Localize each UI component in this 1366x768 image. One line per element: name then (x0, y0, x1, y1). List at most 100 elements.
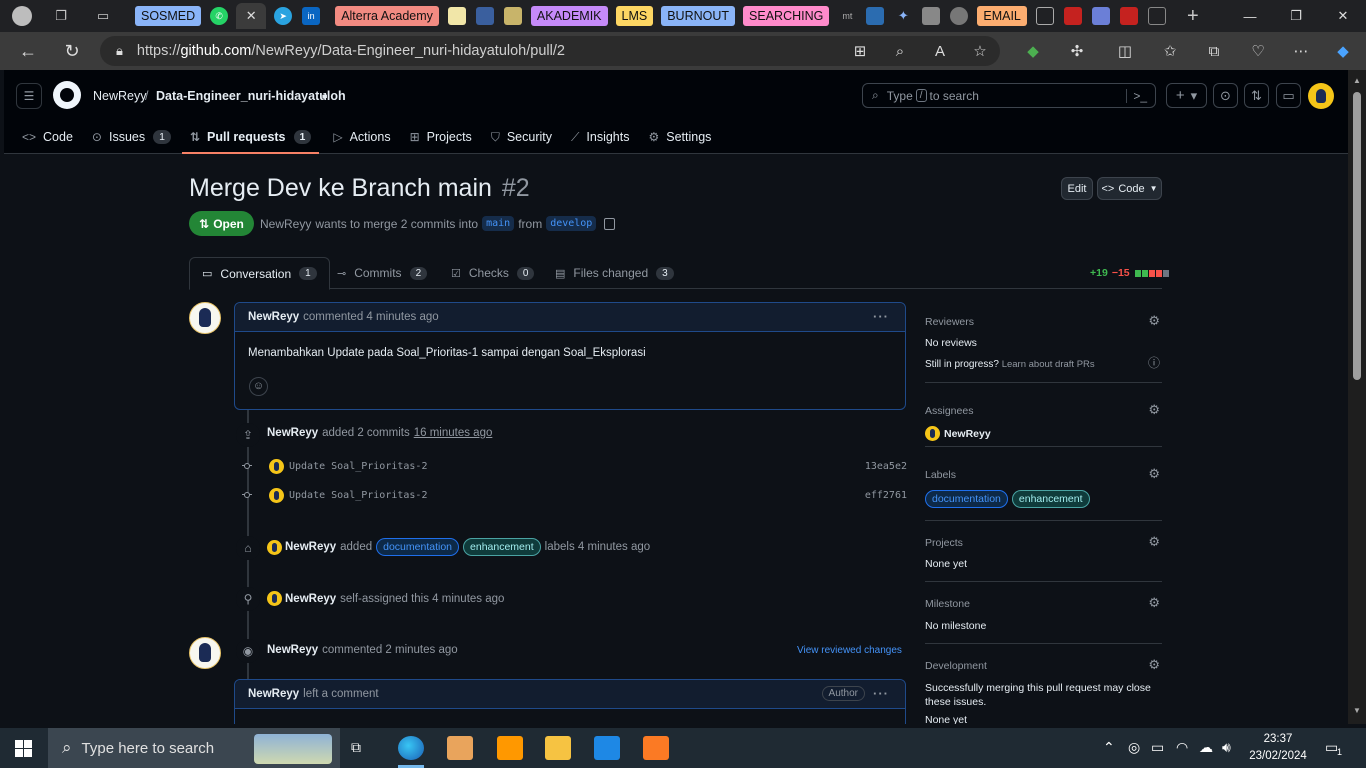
command-palette-icon[interactable]: >_ (1126, 88, 1147, 103)
tab-issues[interactable]: ⊙ Issues 1 (84, 120, 179, 154)
tab-commits[interactable]: ⊸ Commits 2 (337, 257, 428, 289)
commit-message[interactable]: Update Soal_Prioritas-2 (289, 490, 427, 501)
file-explorer-icon[interactable] (545, 736, 571, 760)
gear-icon[interactable]: ⚙ (1148, 466, 1160, 482)
user-avatar[interactable] (1308, 83, 1334, 109)
linkedin-tab-icon[interactable]: in (302, 7, 321, 25)
tab-pull-requests[interactable]: ⇅ Pull requests 1 (181, 120, 320, 154)
code-dropdown-button[interactable]: <> Code ▼ (1097, 177, 1162, 200)
labels-title[interactable]: Labels (925, 469, 1162, 481)
gmail-tab-icon[interactable] (1063, 7, 1082, 25)
xampp-app-icon[interactable] (643, 736, 669, 760)
scrollbar-thumb[interactable] (1353, 92, 1361, 380)
label-documentation[interactable]: documentation (925, 490, 1008, 508)
close-window-icon[interactable]: ✕ (1320, 0, 1366, 32)
refresh-icon[interactable]: ↻ (54, 35, 90, 67)
chart-tab-icon[interactable] (475, 7, 494, 25)
more-options-icon[interactable]: ··· (873, 309, 889, 324)
zoom-icon[interactable]: ⌕ (889, 41, 911, 61)
gear-icon[interactable]: ⚙ (1148, 313, 1160, 329)
view-reviewed-changes-link[interactable]: View reviewed changes (797, 645, 902, 656)
game-tab-icon[interactable] (922, 7, 941, 25)
start-icon[interactable] (15, 740, 32, 757)
chevron-up-icon[interactable]: ⌃ (1103, 739, 1115, 756)
breadcrumb-owner[interactable]: NewReyy (93, 89, 147, 103)
development-title[interactable]: Development (925, 660, 1162, 672)
label-enhancement[interactable]: enhancement (463, 538, 541, 556)
commit-sha[interactable]: eff2761 (865, 490, 907, 501)
label-documentation[interactable]: documentation (376, 538, 460, 556)
battery-icon[interactable]: ▭ (1151, 739, 1164, 756)
stack-app-icon[interactable] (447, 736, 473, 760)
event-author[interactable]: NewReyy (267, 427, 318, 439)
clock[interactable]: 23:37 23/02/2024 (1247, 731, 1309, 765)
read-aloud-icon[interactable]: A (929, 41, 951, 61)
assignee-item[interactable]: NewReyy (925, 426, 1162, 441)
volume-icon[interactable]: 🔊︎ (1222, 739, 1231, 756)
collections-icon[interactable]: ⧉ (1203, 41, 1225, 61)
whatsapp-tab-icon[interactable]: ✆ (210, 7, 229, 25)
info-icon[interactable]: ⓘ (1148, 354, 1160, 371)
event-author[interactable]: NewReyy (285, 593, 336, 605)
hamburger-menu-icon[interactable]: ☰ (16, 83, 42, 109)
workspaces-icon[interactable]: ❐ (49, 4, 73, 28)
assignees-title[interactable]: Assignees (925, 405, 1162, 417)
scroll-up-icon[interactable]: ▲ (1352, 76, 1362, 85)
create-new-button[interactable]: + ▾ (1166, 83, 1207, 108)
tab-group-searching[interactable]: SEARCHING (743, 6, 830, 26)
avatar[interactable] (267, 539, 282, 555)
head-branch[interactable]: develop (546, 216, 597, 231)
gemini-tab-icon[interactable]: ✦ (894, 7, 912, 25)
edge-app-icon[interactable] (398, 736, 424, 760)
tab-conversation[interactable]: ▭ Conversation 1 (189, 257, 330, 290)
github-logo-icon[interactable] (53, 81, 81, 109)
gear-icon[interactable]: ⚙ (1148, 402, 1160, 418)
tab-files-changed[interactable]: ▤ Files changed 3 (555, 257, 674, 289)
back-icon[interactable]: ← (10, 35, 46, 67)
mt-tab-icon[interactable]: mt (838, 7, 856, 25)
label-enhancement[interactable]: enhancement (1011, 490, 1090, 508)
more-menu-icon[interactable]: ⋯ (1290, 41, 1312, 61)
avatar[interactable] (267, 591, 282, 606)
taskbar-search-input[interactable]: ⌕ Type here to search (48, 728, 340, 768)
event-author[interactable]: NewReyy (267, 644, 318, 656)
extension-gem-icon[interactable]: ◆ (1022, 41, 1044, 61)
minimize-icon[interactable]: — (1227, 0, 1273, 32)
more-options-icon[interactable]: ··· (873, 686, 889, 701)
tab-group-sosmed[interactable]: SOSMED (135, 6, 202, 26)
calendar-tab-icon[interactable] (1091, 7, 1110, 25)
vscode-app-icon[interactable] (594, 736, 620, 760)
telegram-tab-icon[interactable]: ➤ (274, 7, 293, 25)
gear-icon[interactable]: ⚙ (1148, 534, 1160, 550)
avatar[interactable] (269, 487, 284, 503)
commit-message[interactable]: Update Soal_Prioritas-2 (289, 461, 427, 472)
gear-icon[interactable]: ⚙ (1148, 595, 1160, 611)
tab-settings[interactable]: ⚙ Settings (640, 120, 719, 154)
commit-sha[interactable]: 13ea5e2 (865, 461, 907, 472)
tab-overview-icon[interactable] (1147, 7, 1166, 25)
add-reaction-icon[interactable]: ☺ (249, 377, 268, 396)
copilot-icon[interactable]: ◆ (1332, 41, 1354, 61)
gmail2-tab-icon[interactable] (1119, 7, 1138, 25)
favorites-icon[interactable]: ✩ (1159, 41, 1181, 61)
restore-icon[interactable]: ❐ (1273, 0, 1319, 32)
gear-icon[interactable]: ⚙ (1148, 657, 1160, 673)
favorite-star-icon[interactable]: ☆ (969, 41, 991, 61)
openai-tab-icon[interactable] (950, 7, 969, 25)
tab-actions-icon[interactable]: ▭ (91, 4, 115, 28)
tab-group-akademik[interactable]: AKADEMIK (530, 6, 608, 26)
issues-icon[interactable]: ⊙ (1213, 83, 1238, 108)
apps-icon[interactable]: ⊞ (849, 41, 871, 61)
draft-prs-link[interactable]: Learn about draft PRs (1002, 359, 1095, 370)
split-screen-icon[interactable]: ◫ (1114, 41, 1136, 61)
tab-code[interactable]: <> Code (14, 120, 81, 154)
sublime-app-icon[interactable] (497, 736, 523, 760)
extensions-icon[interactable]: ✣ (1066, 41, 1088, 61)
task-view-icon[interactable]: ⧉ (351, 739, 361, 756)
tab-actions[interactable]: ▷ Actions (325, 120, 398, 154)
breadcrumb-repo[interactable]: Data-Engineer_nuri-hidayatuloh (156, 89, 346, 103)
inbox-icon[interactable]: ▭ (1276, 83, 1301, 108)
edge-tab-icon[interactable] (866, 7, 885, 25)
cloud-icon[interactable]: ☁ (1199, 739, 1213, 756)
tab-group-lms[interactable]: LMS (615, 6, 654, 26)
